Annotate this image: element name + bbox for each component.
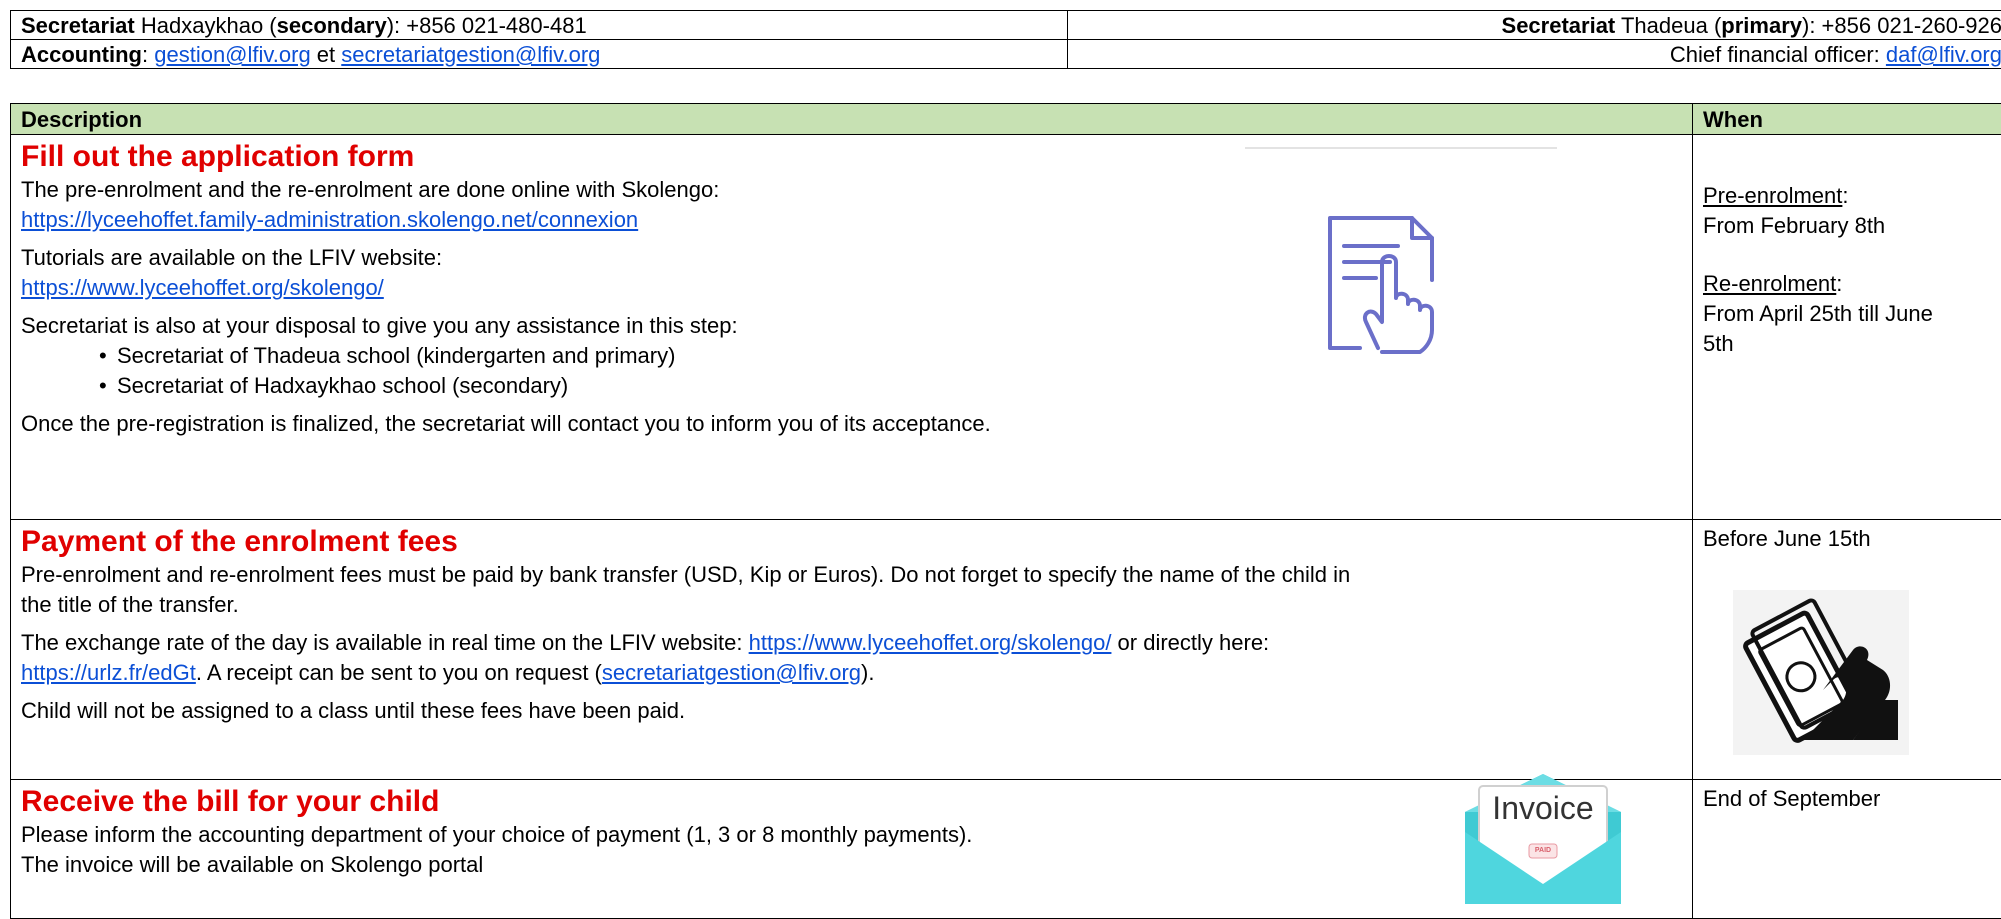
pre-enrolment-label: Pre-enrolment xyxy=(1703,183,1843,208)
form-hand-icon xyxy=(1320,210,1460,358)
label-secretariat: Secretariat xyxy=(1501,13,1616,38)
label-accounting: Accounting xyxy=(21,42,142,67)
text: or directly here: xyxy=(1111,630,1270,655)
cash-hand-icon xyxy=(1733,590,1909,755)
text: . A receipt can be sent to you on reques… xyxy=(195,660,602,685)
school-kind: primary xyxy=(1721,13,1802,38)
skolengo-connexion-link[interactable]: https://lyceehoffet.family-administratio… xyxy=(21,207,638,232)
colon: : xyxy=(1842,183,1849,208)
header-when-label: When xyxy=(1703,107,1763,132)
table-header-when: When xyxy=(1692,103,2001,135)
contact-secretariat-secondary: Secretariat Hadxaykhao (secondary): +856… xyxy=(10,10,1068,40)
payment-deadline: Before June 15th xyxy=(1703,526,1871,551)
bill-date: End of September xyxy=(1703,786,1881,811)
section-title: Fill out the application form xyxy=(21,140,415,173)
email-daf-link[interactable]: daf@lfiv.org xyxy=(1886,42,2001,67)
paragraph: Pre-enrolment and re-enrolment fees must… xyxy=(21,562,1351,587)
phone-number: ): +856 021-480-481 xyxy=(386,13,587,38)
re-enrolment-date-cont: 5th xyxy=(1703,331,1734,356)
colon: : xyxy=(1836,271,1843,296)
school-kind: secondary xyxy=(276,13,387,38)
re-enrolment-date: From April 25th till June xyxy=(1703,301,1933,326)
paid-stamp: PAID xyxy=(1534,847,1552,854)
school-name: Thadeua ( xyxy=(1620,13,1722,38)
divider xyxy=(1245,147,1557,149)
section-title: Payment of the enrolment fees xyxy=(21,525,458,558)
text: ). xyxy=(861,660,875,685)
row-bill-description: Receive the bill for your child Please i… xyxy=(10,779,1693,919)
conjunction: et xyxy=(310,42,342,67)
school-name: Hadxaykhao ( xyxy=(140,13,277,38)
contact-secretariat-primary: Secretariat Thadeua (primary): +856 021-… xyxy=(1067,10,2001,40)
separator: : xyxy=(142,42,155,67)
phone-number: ): +856 021-260-926 xyxy=(1802,13,2001,38)
paragraph: The invoice will be available on Skoleng… xyxy=(21,852,484,877)
invoice-envelope-icon: Invoice PAID xyxy=(1455,772,1631,904)
label-cfo: Chief financial officer: xyxy=(1669,42,1886,67)
paragraph: Child will not be assigned to a class un… xyxy=(21,698,686,723)
header-description-label: Description xyxy=(21,107,143,132)
contact-accounting: Accounting: gestion@lfiv.org et secretar… xyxy=(10,39,1068,69)
list-item: Secretariat of Hadxaykhao school (second… xyxy=(21,371,1682,401)
exchange-rate-link[interactable]: https://www.lyceehoffet.org/skolengo/ xyxy=(749,630,1112,655)
paragraph: Please inform the accounting department … xyxy=(21,822,973,847)
email-secretariatgestion-link[interactable]: secretariatgestion@lfiv.org xyxy=(341,42,600,67)
email-gestion-link[interactable]: gestion@lfiv.org xyxy=(154,42,310,67)
receipt-email-link[interactable]: secretariatgestion@lfiv.org xyxy=(602,660,861,685)
invoice-label: Invoice xyxy=(1492,790,1594,826)
paragraph: Once the pre-registration is finalized, … xyxy=(21,411,991,436)
label-secretariat: Secretariat xyxy=(21,13,135,38)
paragraph: The pre-enrolment and the re-enrolment a… xyxy=(21,177,720,202)
section-title: Receive the bill for your child xyxy=(21,785,440,818)
short-link[interactable]: https://urlz.fr/edGt xyxy=(21,660,196,685)
tutorial-link[interactable]: https://www.lyceehoffet.org/skolengo/ xyxy=(21,275,384,300)
paragraph: the title of the transfer. xyxy=(21,592,239,617)
text: The exchange rate of the day is availabl… xyxy=(21,630,749,655)
re-enrolment-label: Re-enrolment xyxy=(1703,271,1837,296)
table-header-description: Description xyxy=(10,103,1693,135)
pre-enrolment-date: From February 8th xyxy=(1703,213,1886,238)
row-application-when: Pre-enrolment: From February 8th Re-enro… xyxy=(1692,134,2001,520)
row-payment-description: Payment of the enrolment fees Pre-enrolm… xyxy=(10,519,1693,780)
contact-cfo: Chief financial officer: daf@lfiv.org xyxy=(1067,39,2001,69)
row-bill-when: End of September xyxy=(1692,779,2001,919)
